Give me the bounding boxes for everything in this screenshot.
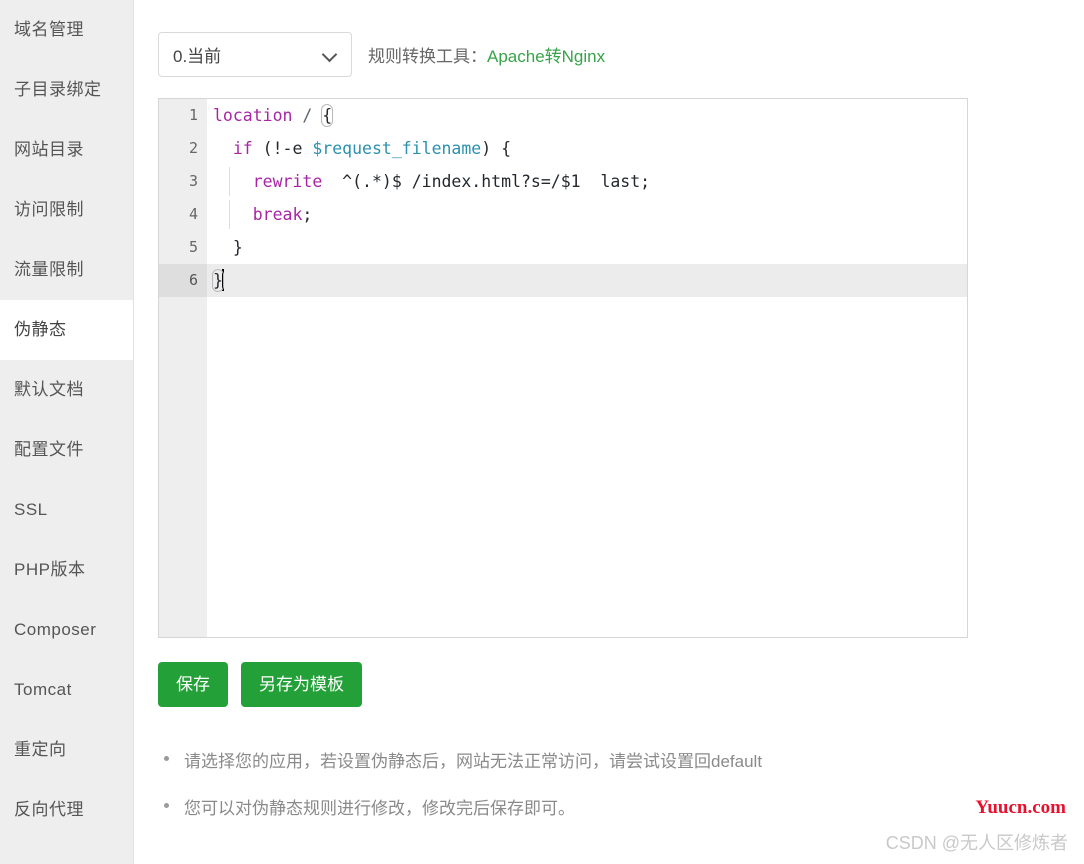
sidebar-item-label: 子目录绑定 — [14, 80, 102, 99]
toolbar: 0.当前 规则转换工具：Apache转Nginx — [158, 0, 1084, 77]
sidebar-item-access-restriction[interactable]: 访问限制 — [0, 180, 133, 240]
page-root: 域名管理 子目录绑定 网站目录 访问限制 流量限制 伪静态 默认文档 配置文件 … — [0, 0, 1084, 864]
line-number: 2 — [159, 132, 207, 165]
code-line-active: 6 } — [159, 264, 967, 297]
code-line-text[interactable]: rewrite ^(.*)$ /index.html?s=/$1 last; — [207, 165, 967, 198]
sidebar-item-config-file[interactable]: 配置文件 — [0, 420, 133, 480]
sidebar-item-label: 反向代理 — [14, 800, 84, 819]
sidebar-item-label: 访问限制 — [14, 200, 84, 219]
code-line-text[interactable]: } — [207, 264, 967, 297]
line-number: 5 — [159, 231, 207, 264]
sidebar-item-redirect[interactable]: 重定向 — [0, 720, 133, 780]
line-number: 3 — [159, 165, 207, 198]
code-line-text[interactable]: break; — [207, 198, 967, 231]
apache-to-nginx-link[interactable]: Apache转Nginx — [487, 47, 605, 66]
sidebar-item-label: Tomcat — [14, 680, 72, 699]
gutter-filler — [159, 297, 207, 637]
rule-preset-select-value: 0.当前 — [173, 47, 222, 66]
chevron-down-icon — [323, 47, 339, 63]
code-line: 4 break; — [159, 198, 967, 231]
rule-preset-select[interactable]: 0.当前 — [158, 32, 352, 77]
sidebar-item-php-version[interactable]: PHP版本 — [0, 540, 133, 600]
sidebar-item-label: 网站目录 — [14, 140, 84, 159]
code-line: 1 location / { — [159, 99, 967, 132]
save-button[interactable]: 保存 — [158, 662, 228, 707]
save-as-template-button[interactable]: 另存为模板 — [241, 662, 362, 707]
sidebar-item-domain-management[interactable]: 域名管理 — [0, 0, 133, 60]
sidebar-item-label: 配置文件 — [14, 440, 84, 459]
sidebar-item-label: 伪静态 — [14, 320, 67, 339]
sidebar-item-reverse-proxy[interactable]: 反向代理 — [0, 780, 133, 840]
sidebar-item-subdirectory-binding[interactable]: 子目录绑定 — [0, 60, 133, 120]
sidebar-item-label: 域名管理 — [14, 20, 84, 39]
code-line-text[interactable]: if (!-e $request_filename) { — [207, 132, 967, 165]
site-watermark: Yuucn.com — [975, 797, 1066, 818]
note-item: 请选择您的应用，若设置伪静态后，网站无法正常访问，请尝试设置回default — [158, 747, 1084, 772]
code-line-text[interactable]: location / { — [207, 99, 967, 132]
sidebar: 域名管理 子目录绑定 网站目录 访问限制 流量限制 伪静态 默认文档 配置文件 … — [0, 0, 134, 864]
action-buttons: 保存 另存为模板 — [158, 662, 1084, 707]
line-number: 4 — [159, 198, 207, 231]
line-number: 1 — [159, 99, 207, 132]
note-item: 您可以对伪静态规则进行修改，修改完后保存即可。 — [158, 794, 1084, 819]
code-line: 5 } — [159, 231, 967, 264]
rule-code-editor[interactable]: 1 location / { 2 if (!-e $request_filena… — [158, 98, 968, 638]
sidebar-item-composer[interactable]: Composer — [0, 600, 133, 660]
sidebar-item-label: 流量限制 — [14, 260, 84, 279]
sidebar-item-ssl[interactable]: SSL — [0, 480, 133, 540]
sidebar-item-label: SSL — [14, 500, 48, 519]
converter-label: 规则转换工具： — [368, 47, 487, 66]
line-number: 6 — [159, 264, 207, 297]
converter-label-wrap: 规则转换工具：Apache转Nginx — [368, 42, 605, 67]
sidebar-item-default-document[interactable]: 默认文档 — [0, 360, 133, 420]
sidebar-item-label: Composer — [14, 620, 97, 639]
sidebar-item-label: 重定向 — [14, 740, 67, 759]
credit-watermark: CSDN @无人区修炼者 — [885, 833, 1068, 853]
code-line-text[interactable]: } — [207, 231, 967, 264]
code-line: 2 if (!-e $request_filename) { — [159, 132, 967, 165]
main-content: 0.当前 规则转换工具：Apache转Nginx 1 location / { … — [134, 0, 1084, 864]
sidebar-item-traffic-limit[interactable]: 流量限制 — [0, 240, 133, 300]
sidebar-item-tomcat[interactable]: Tomcat — [0, 660, 133, 720]
text-cursor — [221, 269, 224, 291]
notes-list: 请选择您的应用，若设置伪静态后，网站无法正常访问，请尝试设置回default 您… — [158, 747, 1084, 819]
sidebar-item-label: PHP版本 — [14, 560, 86, 579]
sidebar-item-site-directory[interactable]: 网站目录 — [0, 120, 133, 180]
sidebar-item-label: 默认文档 — [14, 380, 84, 399]
code-line: 3 rewrite ^(.*)$ /index.html?s=/$1 last; — [159, 165, 967, 198]
sidebar-item-pseudo-static[interactable]: 伪静态 — [0, 300, 133, 360]
